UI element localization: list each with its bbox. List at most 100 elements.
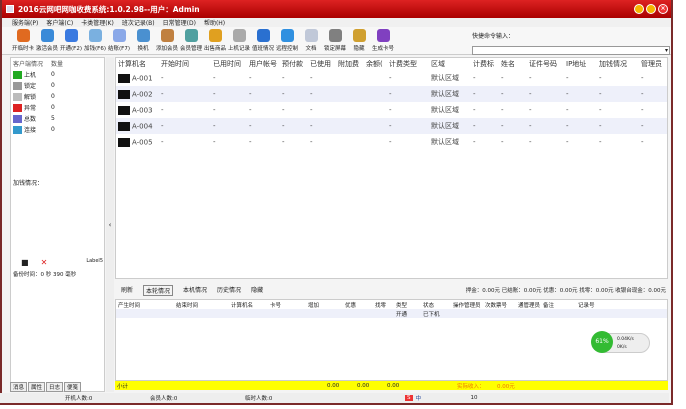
column-header[interactable]: 加钱情况 (597, 59, 639, 69)
toolbar-button[interactable]: 锁定屏幕 (324, 27, 346, 54)
menu-item[interactable]: 班次记录(B) (122, 18, 155, 27)
column-header[interactable]: 计费类型 (387, 59, 429, 69)
column-header[interactable]: 增加 (306, 301, 343, 309)
column-header[interactable]: 区域 (429, 59, 471, 69)
column-header[interactable]: 类型 (394, 301, 421, 309)
table-row[interactable]: A-005- - - - - - 默认区域 - - - - - - (116, 134, 667, 150)
toolbar-button[interactable]: 生成卡号 (372, 27, 394, 54)
left-tab[interactable]: 便笺 (64, 382, 82, 392)
table-row[interactable]: A-001- - - - - - 默认区域 - - - - - - (116, 70, 667, 86)
toolbar-button[interactable]: 加钱(F6) (84, 27, 106, 54)
close-button[interactable]: × (658, 4, 668, 14)
toolbar-button[interactable]: 会员管理 (180, 27, 202, 54)
column-header[interactable]: 管理员 (639, 59, 667, 69)
column-header[interactable]: 计算机名 (116, 59, 159, 69)
column-header[interactable]: IP地址 (564, 59, 597, 69)
toolbar-button[interactable]: 结账(F7) (108, 27, 130, 54)
table-cell: - (280, 106, 308, 114)
toolbar-button[interactable]: 开临时卡 (12, 27, 34, 54)
chevron-down-icon[interactable]: ▾ (665, 47, 668, 54)
client-status-row[interactable]: 总数 5 (11, 113, 104, 124)
column-header[interactable]: 卡号 (268, 301, 306, 309)
left-tab[interactable]: 消息 (10, 382, 28, 392)
toolbar-button[interactable]: 添加会员 (156, 27, 178, 54)
column-header[interactable]: 开始时间 (159, 59, 211, 69)
client-status-row[interactable]: 锁定 0 (11, 80, 104, 91)
column-header: 数量 (51, 61, 64, 68)
toolbar-button[interactable]: 上机记录 (228, 27, 250, 54)
column-header[interactable]: 状态 (421, 301, 451, 309)
column-header[interactable]: 证件号码 (527, 59, 564, 69)
client-status-row[interactable]: 异常 0 (11, 102, 104, 113)
quick-command-input[interactable]: ▾ (472, 46, 670, 55)
table-row[interactable]: 开通 已下机 (116, 309, 667, 318)
toolbar-button[interactable]: 隐藏 (348, 27, 370, 54)
toolbar-button[interactable]: 值班情况 (252, 27, 274, 54)
addmoney-label: 加钱情况： (13, 180, 44, 187)
ime-mode[interactable]: 中 (416, 394, 471, 402)
column-header[interactable]: 操作管理员 (451, 301, 483, 309)
column-header[interactable]: 计算机名 (229, 301, 268, 309)
cpu-percent: 61% (591, 331, 613, 353)
table-row[interactable]: A-004- - - - - - 默认区域 - - - - - - (116, 118, 667, 134)
toolbar-label: 上机记录 (228, 46, 251, 52)
client-status-row[interactable]: 上机 0 (11, 69, 104, 80)
bottom-tab[interactable]: 刷新 (121, 285, 133, 296)
minimize-button[interactable] (634, 4, 644, 14)
column-header[interactable]: 通管理员 (516, 301, 541, 309)
temp-count: 临时人数:0 (245, 396, 273, 402)
column-header[interactable]: 优惠 (343, 301, 373, 309)
menu-item[interactable]: 日常管理(D) (163, 18, 196, 27)
bottom-tab[interactable]: 历史情况 (217, 285, 241, 296)
bottom-tab[interactable]: 隐藏 (251, 285, 263, 296)
menu-item[interactable]: 服务端(P) (12, 18, 38, 27)
column-header[interactable]: 预付款 (280, 59, 308, 69)
column-header[interactable]: 计费标 (471, 59, 499, 69)
ime-logo-icon[interactable]: S (405, 395, 413, 401)
column-header[interactable]: 记录号 (576, 301, 616, 309)
table-row[interactable]: A-002- - - - - - 默认区域 - - - - - - (116, 86, 667, 102)
menu-item[interactable]: 帮助(H) (204, 18, 225, 27)
client-status-row[interactable]: 解锁 0 (11, 91, 104, 102)
table-cell: - (527, 106, 564, 114)
toolbar-button[interactable]: 激活会员 (36, 27, 58, 54)
column-header[interactable]: 姓名 (499, 59, 527, 69)
column-header[interactable]: 已使用 (308, 59, 336, 69)
table-cell: - (211, 106, 247, 114)
toolbar-icon (352, 29, 366, 42)
column-header[interactable]: 次数票号 (483, 301, 516, 309)
delete-icon[interactable]: ✕ (41, 258, 48, 267)
column-header[interactable]: 用户帐号 (247, 59, 280, 69)
column-header[interactable]: 已用时间 (211, 59, 247, 69)
column-header[interactable]: 产生时间 (116, 301, 174, 309)
table-cell: - (639, 74, 667, 82)
toolbar-button[interactable]: 远程控制 (276, 27, 298, 54)
column-header[interactable]: 结束时间 (174, 301, 229, 309)
toolbar-icon (112, 29, 126, 42)
toolbar-button[interactable]: 换机 (132, 27, 154, 54)
column-header[interactable]: 备注 (541, 301, 576, 309)
bottom-tabs: 刷新 本轮情况 本机情况 历史情况 隐藏 押金：0.00元 已结账：0.00元 优惠：0.… (115, 283, 668, 297)
menu-item[interactable]: 卡类管理(K) (81, 18, 114, 27)
bottom-tab[interactable]: 本轮情况 (143, 284, 174, 296)
column-header[interactable]: 找零 (373, 301, 394, 309)
column-header[interactable]: 附加费 (336, 59, 364, 69)
toolbar-button[interactable]: 开通(F2) (60, 27, 82, 54)
maximize-button[interactable] (646, 4, 656, 14)
left-tab[interactable]: 属性 (28, 382, 46, 392)
toolbar-label: 远程控制 (276, 46, 299, 52)
bottom-tab[interactable]: 本机情况 (183, 285, 207, 296)
left-tab[interactable]: 日志 (46, 382, 64, 392)
toolbar-button[interactable]: 文档 (300, 27, 322, 54)
toolbar-button[interactable]: 出售商品 (204, 27, 226, 54)
status-icon (13, 92, 22, 101)
computer-table: 计算机名 开始时间 已用时间 用户帐号 预付款 已使用 附加费 余额(计费类型 区域 计费标 姓名证… (115, 57, 668, 279)
client-status-row[interactable]: 连接 0 (11, 124, 104, 135)
menu-item[interactable]: 客户端(C) (46, 18, 73, 27)
save-icon[interactable]: ■ (21, 258, 29, 267)
column-header[interactable]: 余额( (364, 59, 387, 69)
income-value: 0.00元 (497, 383, 515, 390)
table-row[interactable]: A-003- - - - - - 默认区域 - - - - - - (116, 102, 667, 118)
table-cell: - (308, 90, 336, 98)
splitter-collapse[interactable]: ‹ (106, 57, 114, 392)
